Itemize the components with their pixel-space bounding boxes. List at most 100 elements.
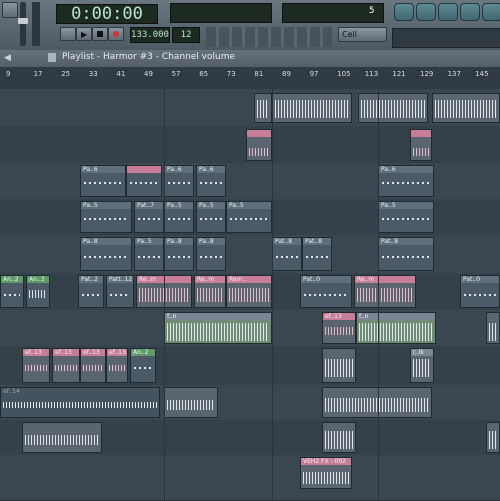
audio-clip[interactable] — [322, 348, 356, 383]
audio-clip[interactable]: Re..m — [194, 275, 226, 308]
play-button[interactable]: ▶ — [76, 27, 92, 41]
audio-clip[interactable]: f..n — [164, 312, 272, 344]
audio-clip[interactable]: f..n — [356, 312, 436, 344]
pattern-clip[interactable]: Pat..8 — [272, 237, 302, 271]
audio-clip[interactable] — [486, 312, 500, 344]
volume-knob[interactable] — [18, 18, 28, 24]
pattern-clip[interactable]: Pat..8 — [302, 237, 332, 271]
arrow-icon[interactable]: ◀ — [4, 53, 11, 63]
mixer-button[interactable] — [460, 3, 480, 21]
ruler-bar-number: 9 — [6, 70, 11, 78]
ruler-bar-number: 121 — [392, 70, 406, 78]
audio-clip[interactable]: ef..13 — [22, 348, 50, 383]
pattern-clip[interactable] — [126, 165, 162, 197]
hint-bar — [392, 28, 500, 48]
browser-button[interactable] — [482, 3, 500, 21]
channel-rack-button[interactable] — [438, 3, 458, 21]
audio-clip[interactable] — [410, 129, 432, 161]
monitor-panel — [170, 3, 272, 23]
pattern-clip[interactable]: Patt..12 — [106, 275, 134, 308]
pattern-clip[interactable]: Pa..6 — [378, 165, 434, 197]
audio-clip[interactable]: ef..14 — [0, 387, 160, 418]
pattern-clip[interactable]: Pa..8 — [80, 237, 132, 271]
ruler-bar-number: 65 — [199, 70, 209, 78]
ruler-bar-number: 49 — [144, 70, 153, 78]
pattern-clip[interactable]: Pat..2 — [78, 275, 104, 308]
bar-line — [164, 89, 165, 500]
record-button[interactable] — [108, 27, 124, 41]
pattern-clip[interactable]: Pa..5 — [134, 237, 164, 271]
pattern-clip[interactable]: Pa..5 — [164, 201, 194, 233]
playlist-tracks[interactable]: Pa..6 Pa..6 Pa..6 Pa..6 Pa..5 Pat..7 Pa.… — [0, 89, 500, 501]
pattern-clip[interactable]: Pa..5 — [196, 201, 226, 233]
audio-clip[interactable]: ef..13 — [322, 312, 356, 344]
audio-clip[interactable]: ef..13 — [52, 348, 80, 383]
ruler-bar-number: 105 — [337, 70, 351, 78]
ruler-bar-number: 73 — [226, 70, 236, 78]
pattern-clip[interactable]: Pa..8 — [164, 237, 194, 271]
ruler-bar-number: 33 — [88, 70, 98, 78]
tool-icons-bar[interactable] — [206, 27, 332, 47]
pattern-clip[interactable]: An..2 — [0, 275, 24, 308]
audio-clip[interactable]: r..lk — [410, 348, 434, 383]
pattern-clip[interactable]: Pa..8 — [196, 237, 226, 271]
pitch-slider[interactable] — [32, 2, 40, 46]
pattern-clip[interactable]: Pat..7 — [134, 201, 164, 233]
audio-clip[interactable] — [164, 387, 218, 418]
ruler-bar-number: 129 — [420, 70, 434, 78]
timeline-ruler[interactable]: 9 17 25 33 41 49 57 65 73 81 89 97 105 113 121 129 137 14… — [0, 67, 500, 90]
pattern-clip[interactable]: Pa..5 — [80, 201, 132, 233]
master-volume-slider[interactable] — [18, 2, 28, 46]
playlist-icon — [48, 53, 56, 62]
stop-button[interactable] — [92, 27, 108, 41]
bar-line — [378, 89, 379, 500]
ruler-bar-number: 41 — [116, 70, 126, 78]
ruler-bar-number: 81 — [254, 70, 264, 78]
audio-clip[interactable] — [432, 93, 500, 123]
ruler-bar-number: 97 — [309, 70, 319, 78]
audio-clip[interactable]: ef..13 — [106, 348, 128, 383]
pattern-clip[interactable]: Pa..6 — [80, 165, 126, 197]
pattern-clip[interactable]: Pa..5 — [378, 201, 434, 233]
tempo-display[interactable]: 133.000 — [130, 27, 170, 43]
audio-clip[interactable] — [254, 93, 272, 123]
audio-clip[interactable]: Rem.. — [226, 275, 272, 308]
ruler-bar-number: 113 — [364, 70, 379, 78]
playlist-window-button[interactable] — [394, 3, 414, 21]
cpu-panel: 5 — [282, 3, 384, 23]
pattern-display[interactable]: 12 — [172, 27, 200, 43]
audio-clip[interactable]: ef..13 — [80, 348, 106, 383]
audio-clip[interactable] — [486, 422, 500, 453]
snap-select[interactable]: Cell — [338, 27, 387, 42]
menu-button[interactable] — [2, 2, 18, 18]
pattern-clip[interactable]: Pa..5 — [226, 201, 272, 233]
window-title: Playlist - Harmor #3 - Channel volume — [62, 52, 236, 62]
time-display[interactable]: 0:00:00 — [56, 4, 158, 24]
audio-clip[interactable]: Re..m — [354, 275, 416, 308]
pattern-clip[interactable]: An..3 — [26, 275, 50, 308]
play-icon: ▶ — [81, 30, 88, 39]
pat-song-toggle[interactable] — [60, 27, 76, 41]
pattern-clip[interactable]: Pa..6 — [196, 165, 226, 197]
audio-clip[interactable] — [272, 93, 352, 123]
audio-clip[interactable] — [358, 93, 428, 123]
stop-icon — [97, 31, 103, 37]
ruler-bar-number: 137 — [447, 70, 461, 78]
audio-clip[interactable]: VEH2 FX - 002 — [300, 457, 352, 489]
pattern-clip[interactable]: Pa..6 — [164, 165, 194, 197]
playlist-titlebar[interactable]: ◀ Playlist - Harmor #3 - Channel volume — [0, 50, 500, 68]
audio-clip[interactable] — [22, 422, 102, 453]
track-11[interactable] — [0, 455, 500, 501]
ruler-bar-number: 25 — [61, 70, 71, 78]
audio-clip[interactable] — [322, 422, 356, 453]
pattern-clip[interactable]: Pat..0 — [300, 275, 352, 308]
meter-value: 5 — [369, 6, 375, 16]
main-toolbar: 0:00:00 ▶ 133.000 12 5 Cell — [0, 0, 500, 51]
pattern-clip[interactable]: Pat..8 — [378, 237, 434, 271]
bar-line — [272, 89, 273, 500]
audio-clip[interactable] — [246, 129, 272, 161]
pattern-clip[interactable]: An..2 — [130, 348, 156, 383]
pattern-clip[interactable]: Pat..0 — [460, 275, 500, 308]
piano-roll-button[interactable] — [416, 3, 436, 21]
audio-clip[interactable] — [322, 387, 432, 418]
